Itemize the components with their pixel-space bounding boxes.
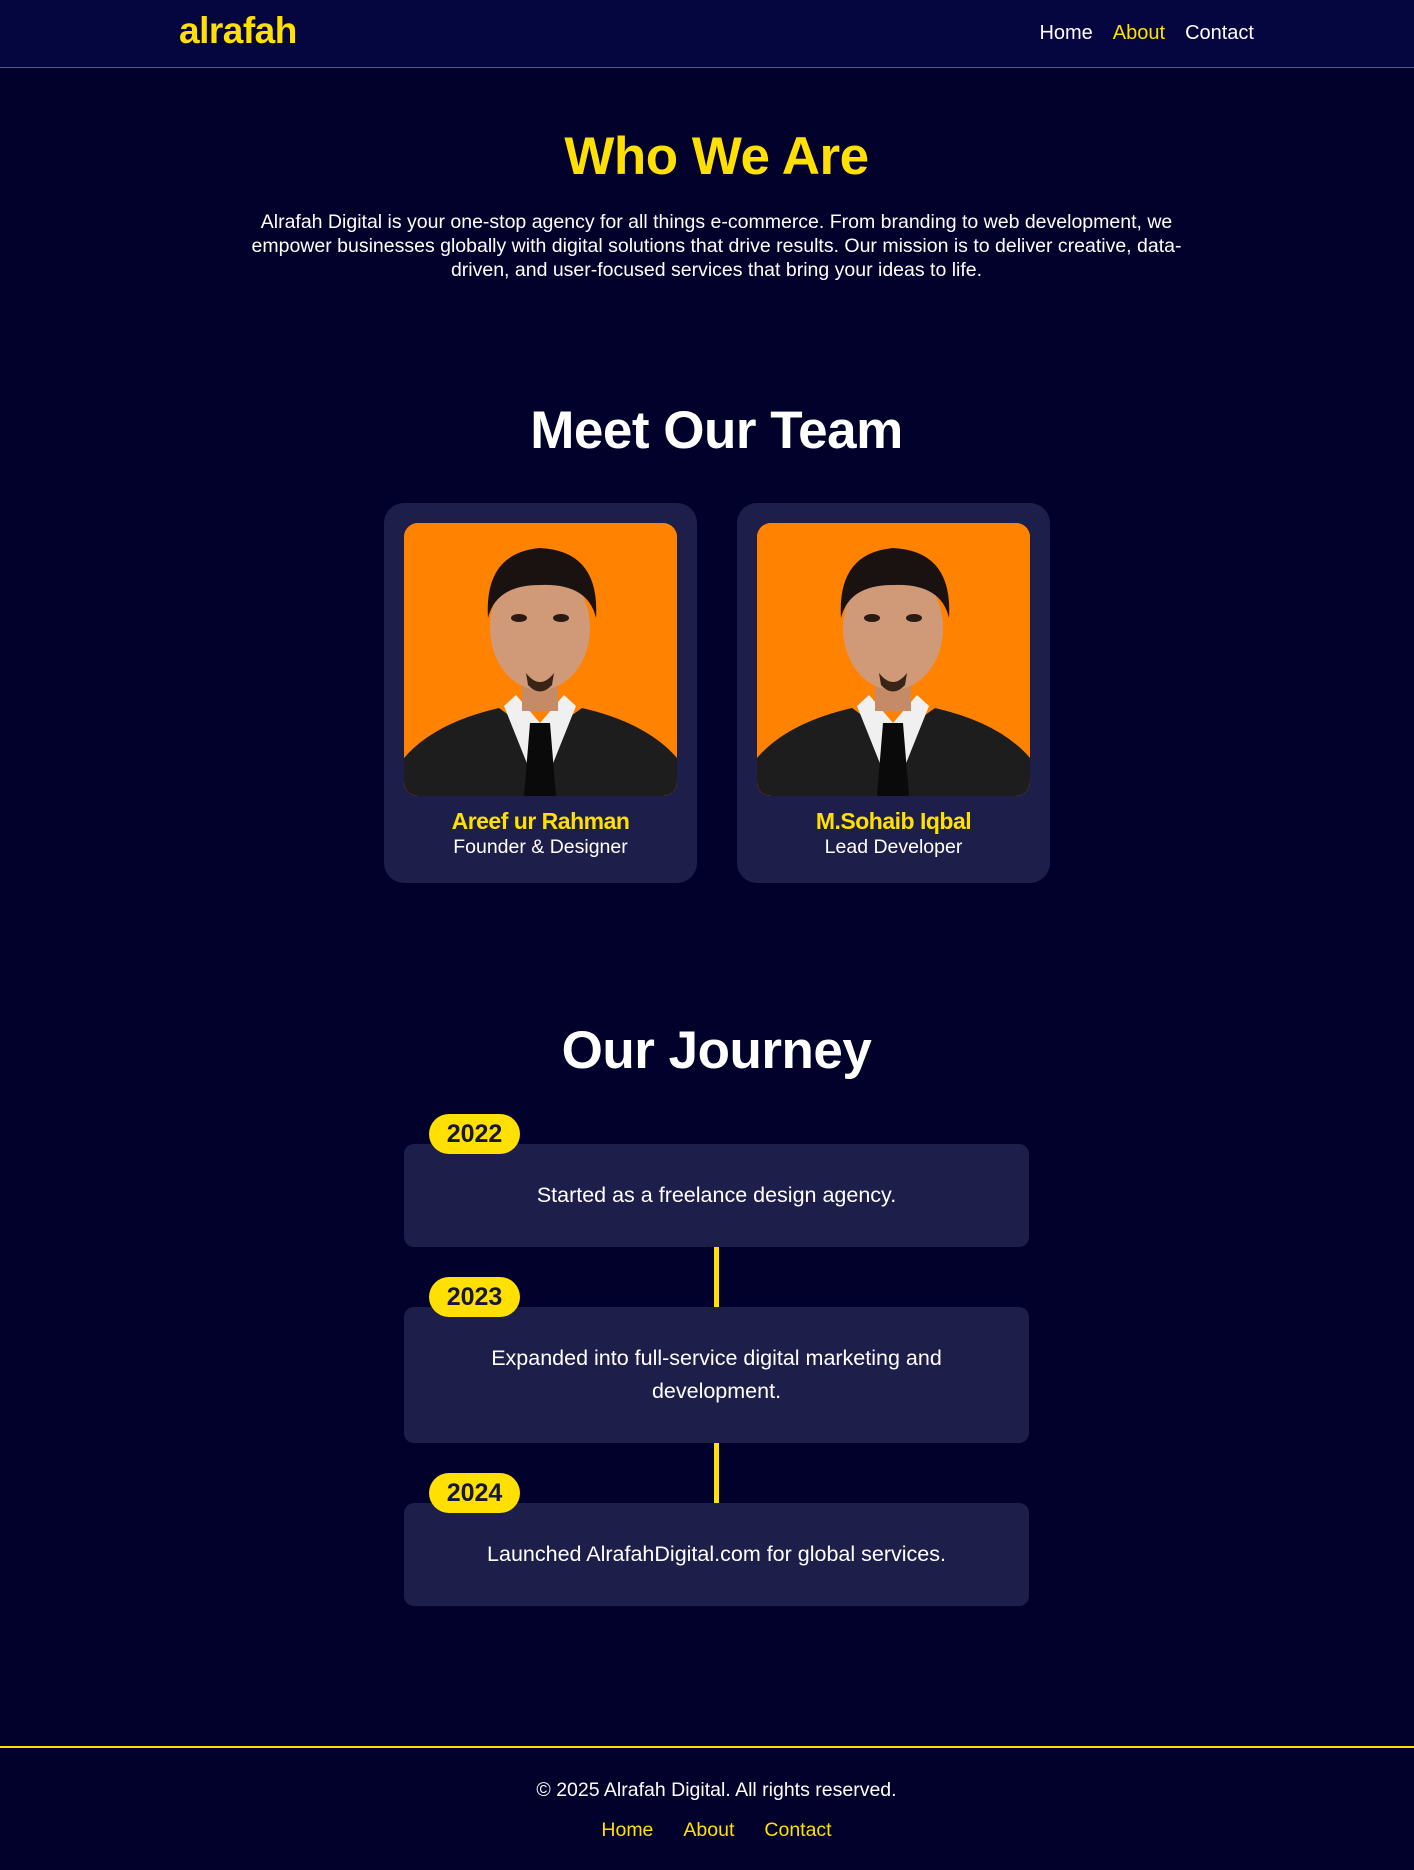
team-member-card: M.Sohaib Iqbal Lead Developer xyxy=(737,503,1050,883)
footer-contact-link[interactable]: Contact xyxy=(764,1819,831,1842)
footer-nav: Home About Contact xyxy=(0,1819,1414,1842)
who-we-are-heading: Who We Are xyxy=(564,127,869,186)
nav-home-link[interactable]: Home xyxy=(1039,22,1092,45)
portrait-image xyxy=(757,523,1030,796)
portrait-image xyxy=(404,523,677,796)
timeline-event-card: Started as a freelance design agency. xyxy=(404,1144,1029,1247)
main-nav: Home About Contact xyxy=(1039,22,1254,45)
footer-about-link[interactable]: About xyxy=(683,1819,734,1842)
team-member-photo xyxy=(757,523,1030,796)
copyright-text: © 2025 Alrafah Digital. All rights reser… xyxy=(536,1779,897,1801)
timeline-connector xyxy=(714,1442,719,1503)
team-member-photo xyxy=(404,523,677,796)
team-member-role: Founder & Designer xyxy=(453,836,628,858)
journey-heading: Our Journey xyxy=(561,1021,872,1080)
timeline-year-badge: 2022 xyxy=(429,1114,520,1154)
timeline-event-card: Expanded into full-service digital marke… xyxy=(404,1307,1029,1443)
team-member-name: M.Sohaib Iqbal xyxy=(815,808,972,834)
site-footer: © 2025 Alrafah Digital. All rights reser… xyxy=(0,1746,1414,1870)
team-member-name: Areef ur Rahman xyxy=(451,808,630,834)
team-member-card: Areef ur Rahman Founder & Designer xyxy=(384,503,697,883)
team-heading: Meet Our Team xyxy=(530,401,903,460)
who-we-are-text: Alrafah Digital is your one-stop agency … xyxy=(251,211,1182,281)
timeline-year-badge: 2024 xyxy=(429,1473,520,1513)
site-header: alrafah Home About Contact xyxy=(0,0,1414,68)
nav-contact-link[interactable]: Contact xyxy=(1185,22,1254,45)
team-member-role: Lead Developer xyxy=(824,836,963,858)
timeline-year-badge: 2023 xyxy=(429,1277,520,1317)
nav-about-link[interactable]: About xyxy=(1113,22,1165,45)
footer-home-link[interactable]: Home xyxy=(601,1819,653,1842)
timeline-connector xyxy=(714,1246,719,1307)
timeline-event-card: Launched AlrafahDigital.com for global s… xyxy=(404,1503,1029,1606)
site-logo[interactable]: alrafah xyxy=(179,10,297,52)
